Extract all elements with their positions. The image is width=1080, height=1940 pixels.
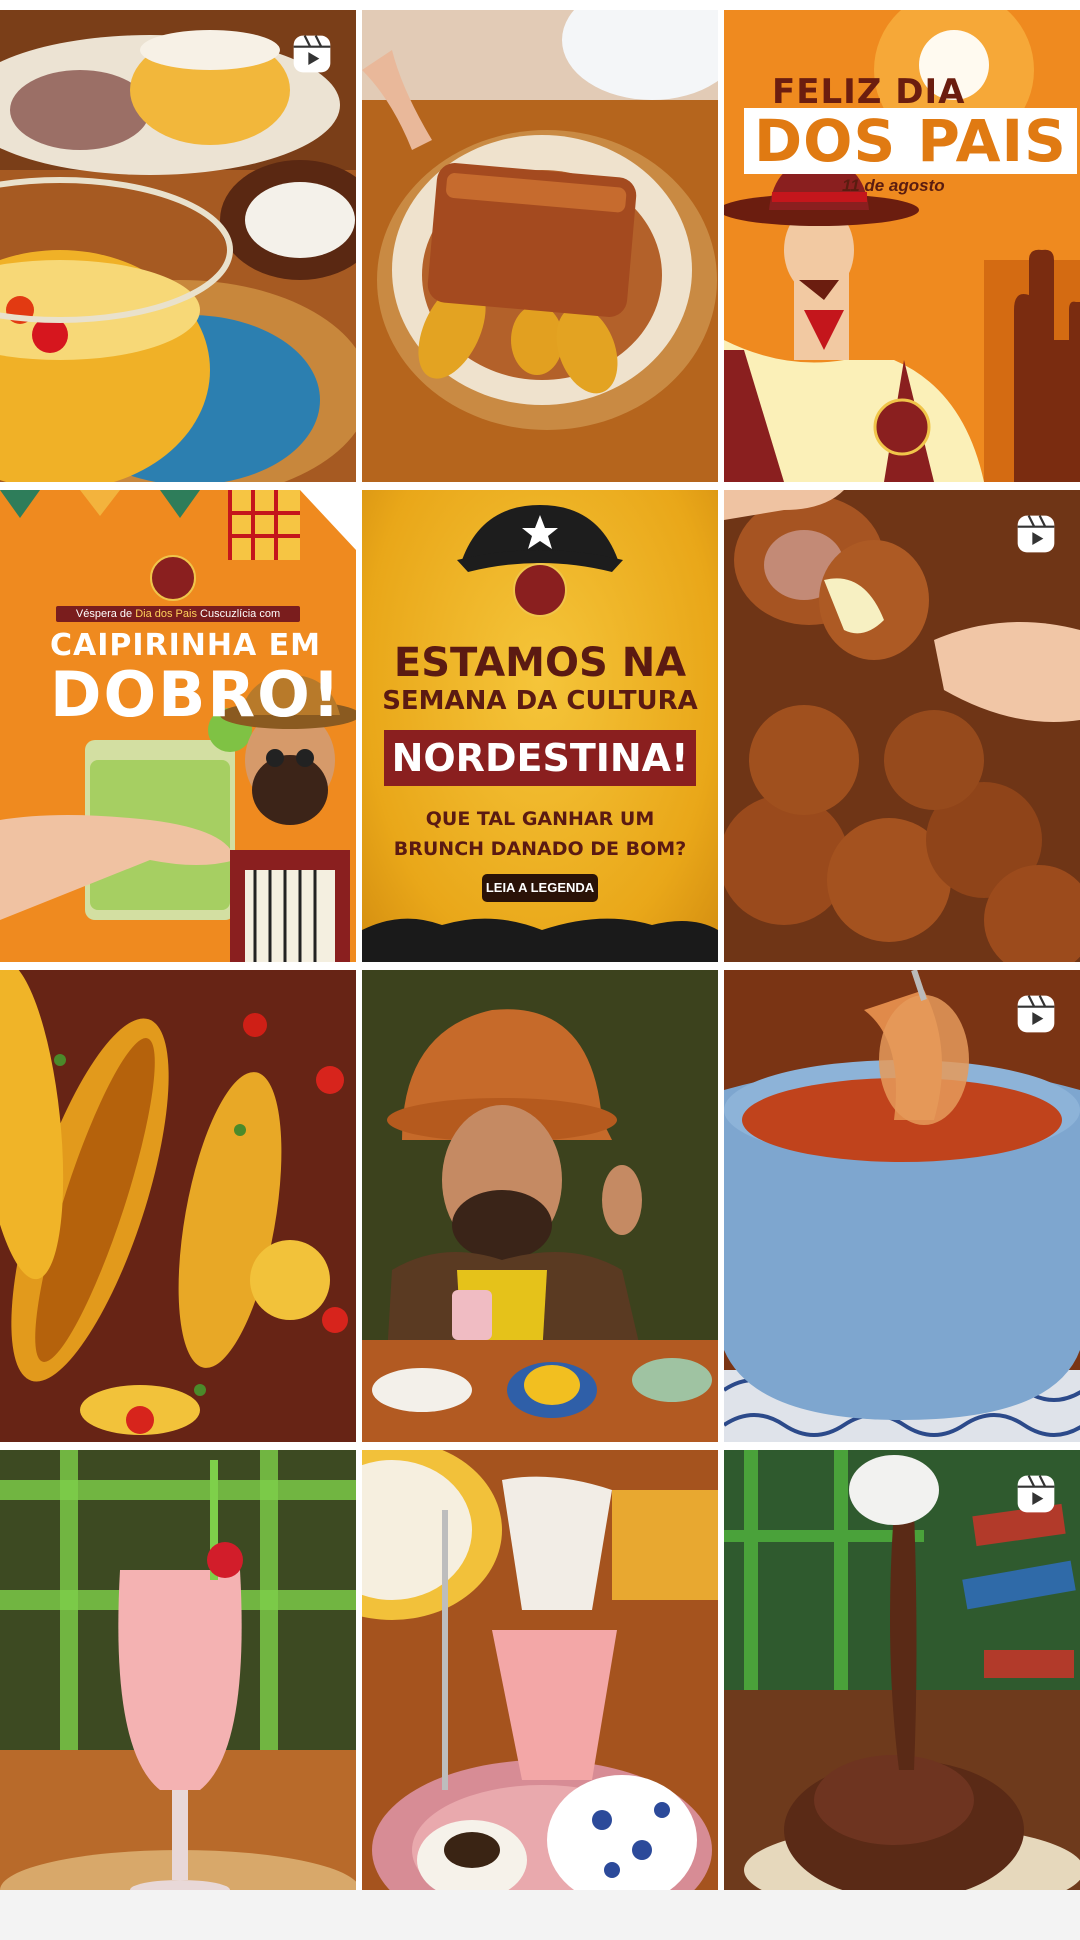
post-tile-12[interactable] xyxy=(724,1450,1080,1922)
post-4-pretext-before: Véspera de xyxy=(75,608,136,620)
post-tile-10[interactable] xyxy=(0,1450,356,1922)
post-tile-7[interactable] xyxy=(0,970,356,1442)
post-11-image xyxy=(362,1450,718,1922)
post-4-pretext-highlight: Dia dos Pais xyxy=(135,608,197,620)
bottom-navigation-bar xyxy=(0,1890,1080,1940)
post-1-image xyxy=(0,10,356,482)
post-tile-3[interactable]: FELIZ DIA DOS PAIS 11 de agosto xyxy=(724,10,1080,482)
post-9-image xyxy=(724,970,1080,1442)
post-5-read-caption-button: LEIA A LEGENDA xyxy=(482,874,598,902)
post-tile-9[interactable] xyxy=(724,970,1080,1442)
post-tile-5[interactable]: ESTAMOS NA SEMANA DA CULTURA NORDESTINA!… xyxy=(362,490,718,962)
post-3-title-line1: FELIZ DIA xyxy=(772,72,966,112)
post-4-pretext-after: Cuscuzlícia com xyxy=(196,608,281,620)
post-3-date: 11 de agosto xyxy=(842,176,945,195)
post-tile-11[interactable] xyxy=(362,1450,718,1922)
post-2-image xyxy=(362,10,718,482)
post-5-question2: BRUNCH DANADO DE BOM? xyxy=(393,838,687,860)
post-5-line2: SEMANA DA CULTURA xyxy=(382,686,698,716)
post-8-image xyxy=(362,970,718,1442)
post-4-pretext: Véspera de Dia dos Pais Cuscuzlícia com xyxy=(56,606,300,622)
post-4-title-line2: DOBRO! xyxy=(50,658,343,731)
post-12-image xyxy=(724,1450,1080,1922)
post-3-title-line2: DOS PAIS xyxy=(744,108,1077,174)
post-tile-2[interactable] xyxy=(362,10,718,482)
reel-icon xyxy=(293,35,331,73)
reel-icon xyxy=(1017,515,1055,553)
post-tile-1[interactable] xyxy=(0,10,356,482)
post-5-band: NORDESTINA! xyxy=(384,730,696,786)
post-tile-8[interactable] xyxy=(362,970,718,1442)
post-tile-6[interactable] xyxy=(724,490,1080,962)
post-6-image xyxy=(724,490,1080,962)
post-5-line1: ESTAMOS NA xyxy=(393,640,687,686)
post-10-image xyxy=(0,1450,356,1922)
post-7-image xyxy=(0,970,356,1442)
reel-icon xyxy=(1017,1475,1055,1513)
post-5-question1: QUE TAL GANHAR UM xyxy=(425,808,655,830)
post-tile-4[interactable]: Véspera de Dia dos Pais Cuscuzlícia com … xyxy=(0,490,356,962)
reel-icon xyxy=(1017,995,1055,1033)
profile-post-grid: FELIZ DIA DOS PAIS 11 de agosto Véspera … xyxy=(0,0,1080,1922)
